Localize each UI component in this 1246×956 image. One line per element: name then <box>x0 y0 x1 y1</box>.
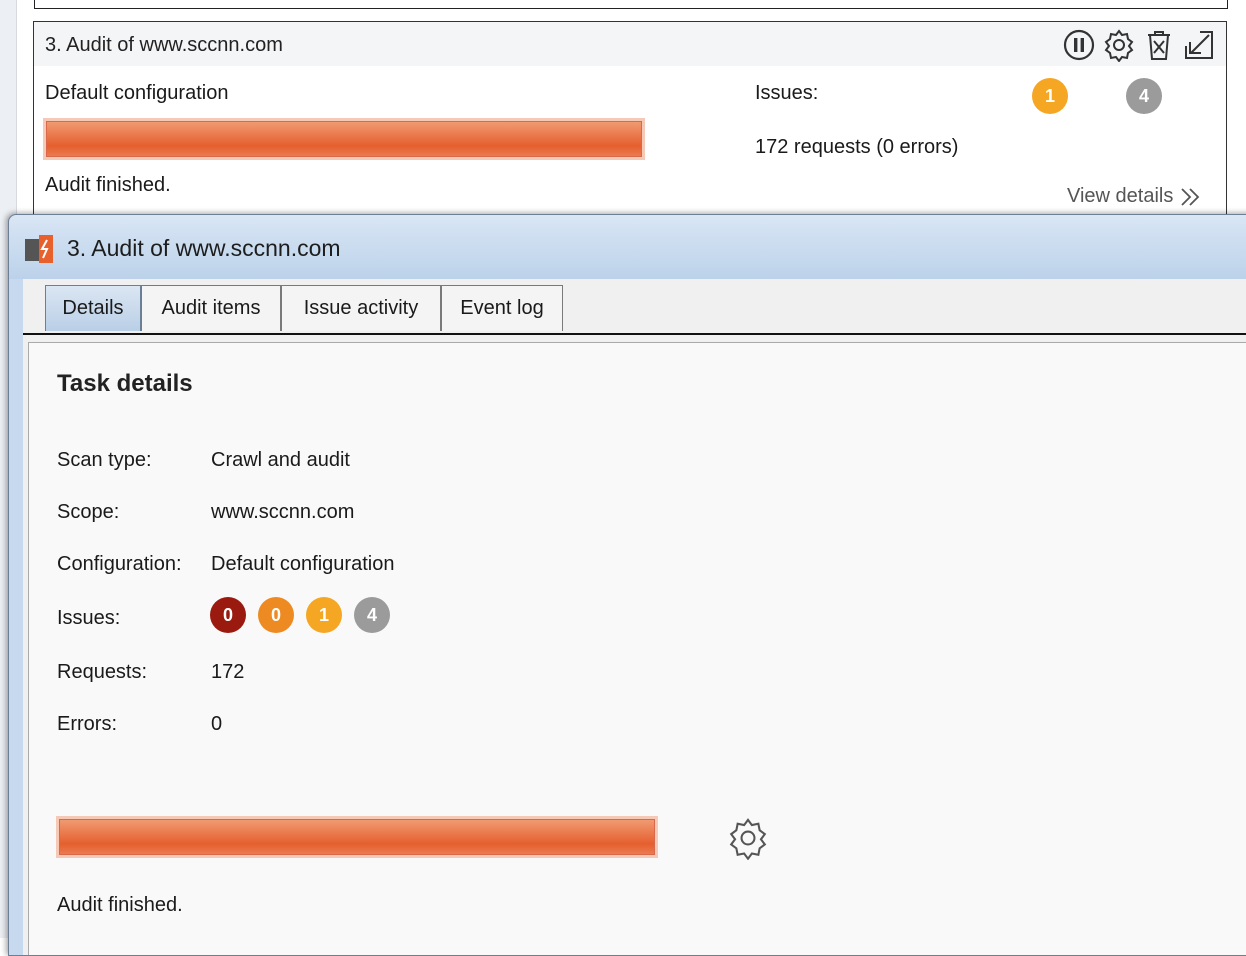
low-issues-badge[interactable]: 1 <box>306 597 342 633</box>
configuration-label: Configuration: <box>57 553 182 575</box>
errors-value: 0 <box>211 713 223 735</box>
scope-label: Scope: <box>57 501 120 523</box>
issue-badges: 0 0 1 4 <box>210 597 390 633</box>
medium-issues-badge[interactable]: 0 <box>258 597 294 633</box>
view-details-label: View details <box>1067 185 1174 207</box>
tab-audit-items[interactable]: Audit items <box>141 285 281 331</box>
task-card-actions <box>1062 28 1216 62</box>
scope-value: www.sccnn.com <box>211 501 355 523</box>
info-issues-badge[interactable]: 4 <box>1126 78 1162 114</box>
audit-status: Audit finished. <box>57 894 183 916</box>
task-card-title: 3. Audit of www.sccnn.com <box>45 34 283 56</box>
audit-progress-bar <box>59 819 655 855</box>
window-title: 3. Audit of www.sccnn.com <box>67 235 341 261</box>
errors-label: Errors: <box>57 713 117 735</box>
requests-value: 172 <box>211 661 245 683</box>
section-title: Task details <box>57 370 193 397</box>
configuration-value: Default configuration <box>211 553 395 575</box>
info-issues-badge[interactable]: 4 <box>354 597 390 633</box>
task-card: 3. Audit of www.sccnn.com Default config… <box>33 21 1227 228</box>
gear-icon[interactable] <box>726 816 770 861</box>
issues-label: Issues: <box>57 607 121 629</box>
task-configuration: Default configuration <box>45 82 229 104</box>
task-details-window: 3. Audit of www.sccnn.com Details Audit … <box>8 214 1246 956</box>
delete-icon[interactable] <box>1142 28 1176 62</box>
requests-label: Requests: <box>57 661 148 683</box>
gear-icon[interactable] <box>1102 28 1136 62</box>
details-panel: Task details Scan type: Crawl and audit … <box>28 342 1246 955</box>
requests-summary: 172 requests (0 errors) <box>755 136 959 158</box>
task-progress-bar <box>46 121 642 157</box>
tab-bar: Details Audit items Issue activity Event… <box>23 279 1246 335</box>
window-titlebar[interactable]: 3. Audit of www.sccnn.com <box>9 215 1246 279</box>
low-issues-badge[interactable]: 1 <box>1032 78 1068 114</box>
task-card-header: 3. Audit of www.sccnn.com <box>34 22 1226 66</box>
window-client: Details Audit items Issue activity Event… <box>23 279 1246 955</box>
view-details-link[interactable]: View details <box>1067 185 1201 208</box>
scan-type-value: Crawl and audit <box>211 449 350 471</box>
burp-logo-icon <box>25 235 53 263</box>
previous-task-card <box>34 0 1228 9</box>
tab-details[interactable]: Details <box>45 285 141 331</box>
task-status: Audit finished. <box>45 174 171 196</box>
pause-icon[interactable] <box>1062 28 1096 62</box>
issues-label: Issues: <box>755 82 819 104</box>
high-issues-badge[interactable]: 0 <box>210 597 246 633</box>
double-chevron-right-icon <box>1181 187 1200 206</box>
collapse-icon[interactable] <box>1182 28 1216 62</box>
scan-type-label: Scan type: <box>57 449 152 471</box>
tab-event-log[interactable]: Event log <box>441 285 563 331</box>
tab-issue-activity[interactable]: Issue activity <box>281 285 441 331</box>
